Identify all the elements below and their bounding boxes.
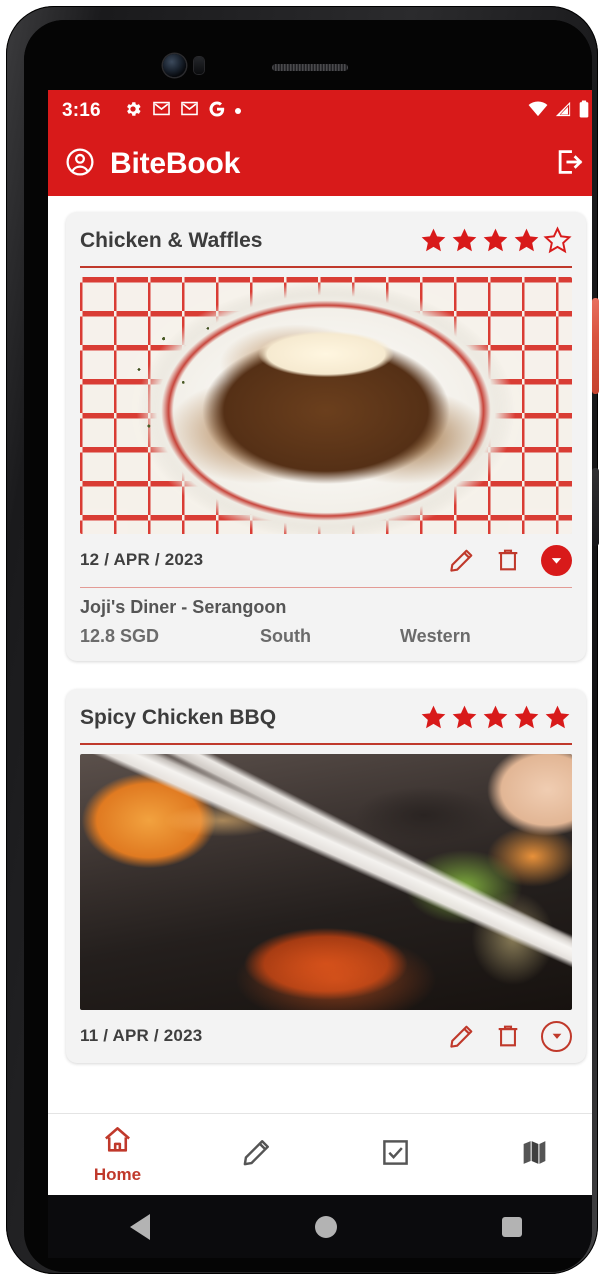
back-triangle-icon[interactable] [130,1213,151,1240]
star-filled-icon [483,705,508,729]
star-filled-icon [421,228,446,252]
meal-list[interactable]: Chicken & Waffles 12 / APR / 2023 Joji's… [48,196,592,1113]
meal-card-actions: 11 / APR / 2023 [66,1010,586,1063]
star-outline-icon [543,226,572,254]
meal-photo[interactable] [80,276,572,534]
trash-icon[interactable] [495,1023,521,1049]
nav-item-home[interactable]: Home [48,1124,187,1185]
proximity-sensor-icon [194,57,204,74]
home-circle-icon[interactable] [314,1215,337,1238]
gmail-icon [152,99,171,123]
gmail-icon [180,99,199,123]
title-divider [80,743,572,745]
power-button[interactable] [592,298,599,394]
android-system-navigation [48,1195,592,1258]
meal-cuisine: Western [400,626,471,646]
cellular-signal-icon [554,101,572,122]
meal-card[interactable]: Spicy Chicken BBQ 11 / APR / 2023 [66,689,586,1063]
chevron-down-icon[interactable] [541,1020,572,1052]
google-icon [208,100,226,123]
status-time: 3:16 [62,100,101,121]
meal-photo[interactable] [80,753,572,1010]
meal-card-header: Spicy Chicken BBQ [66,689,586,732]
map-icon [519,1137,550,1173]
title-divider [80,266,572,268]
star-filled-icon [452,705,477,729]
meal-title: Spicy Chicken BBQ [80,705,277,729]
account-circle-icon[interactable] [64,146,96,183]
dot-icon [234,108,241,114]
phone-bezel: 3:16 BiteBook Chicken & Waffles 12 / APR… [24,20,592,1272]
meal-card[interactable]: Chicken & Waffles 12 / APR / 2023 Joji's… [66,212,586,661]
star-filled-icon [483,228,508,252]
pencil-icon [241,1137,272,1173]
nav-item-home-label: Home [93,1165,142,1184]
rating-stars[interactable] [419,226,572,255]
bottom-navigation: Home [48,1113,592,1195]
star-filled-icon [421,705,446,729]
home-icon [102,1124,133,1160]
device-notch-area [24,20,592,90]
meal-date: 11 / APR / 2023 [80,1026,203,1045]
meal-detail-columns: 12.8 SGD South Western [80,626,572,647]
meal-card-header: Chicken & Waffles [66,212,586,255]
star-filled-icon [452,228,477,252]
meal-area: South [260,626,311,646]
meal-photo-image [80,753,572,1010]
nav-item-map[interactable] [465,1137,592,1173]
pencil-icon[interactable] [448,547,475,574]
nav-item-checklist[interactable] [326,1137,465,1173]
meal-place: Joji's Diner - Serangoon [80,597,287,617]
trash-icon[interactable] [495,547,521,573]
star-filled-icon [545,705,570,729]
star-filled-icon [514,705,539,729]
checkbox-icon [380,1137,411,1173]
meal-date: 12 / APR / 2023 [80,550,204,569]
star-filled-icon [514,228,539,252]
logout-icon[interactable] [554,146,586,183]
chevron-down-icon[interactable] [541,544,572,576]
meal-price: 12.8 SGD [80,626,160,646]
page-title: BiteBook [110,147,241,180]
recents-square-icon[interactable] [501,1216,522,1237]
front-camera-icon [163,54,186,77]
meal-title: Chicken & Waffles [80,228,263,252]
battery-icon [578,100,590,123]
phone-frame: 3:16 BiteBook Chicken & Waffles 12 / APR… [6,6,599,1274]
wifi-icon [528,101,548,122]
pencil-icon[interactable] [448,1023,475,1050]
status-bar-right [528,100,590,123]
volume-rocker[interactable] [592,468,599,546]
meal-detail: Joji's Diner - Serangoon 12.8 SGD South … [66,588,586,661]
gear-icon [123,99,143,124]
status-bar-left: 3:16 [62,99,528,124]
rating-stars[interactable] [419,703,572,732]
meal-card-actions: 12 / APR / 2023 [66,534,586,587]
meal-photo-image [80,276,572,534]
phone-screen: 3:16 BiteBook Chicken & Waffles 12 / APR… [48,90,592,1195]
app-bar: BiteBook [48,132,592,196]
status-bar: 3:16 [48,90,592,132]
nav-item-add-entry[interactable] [187,1137,326,1173]
earpiece-speaker-icon [272,64,348,71]
